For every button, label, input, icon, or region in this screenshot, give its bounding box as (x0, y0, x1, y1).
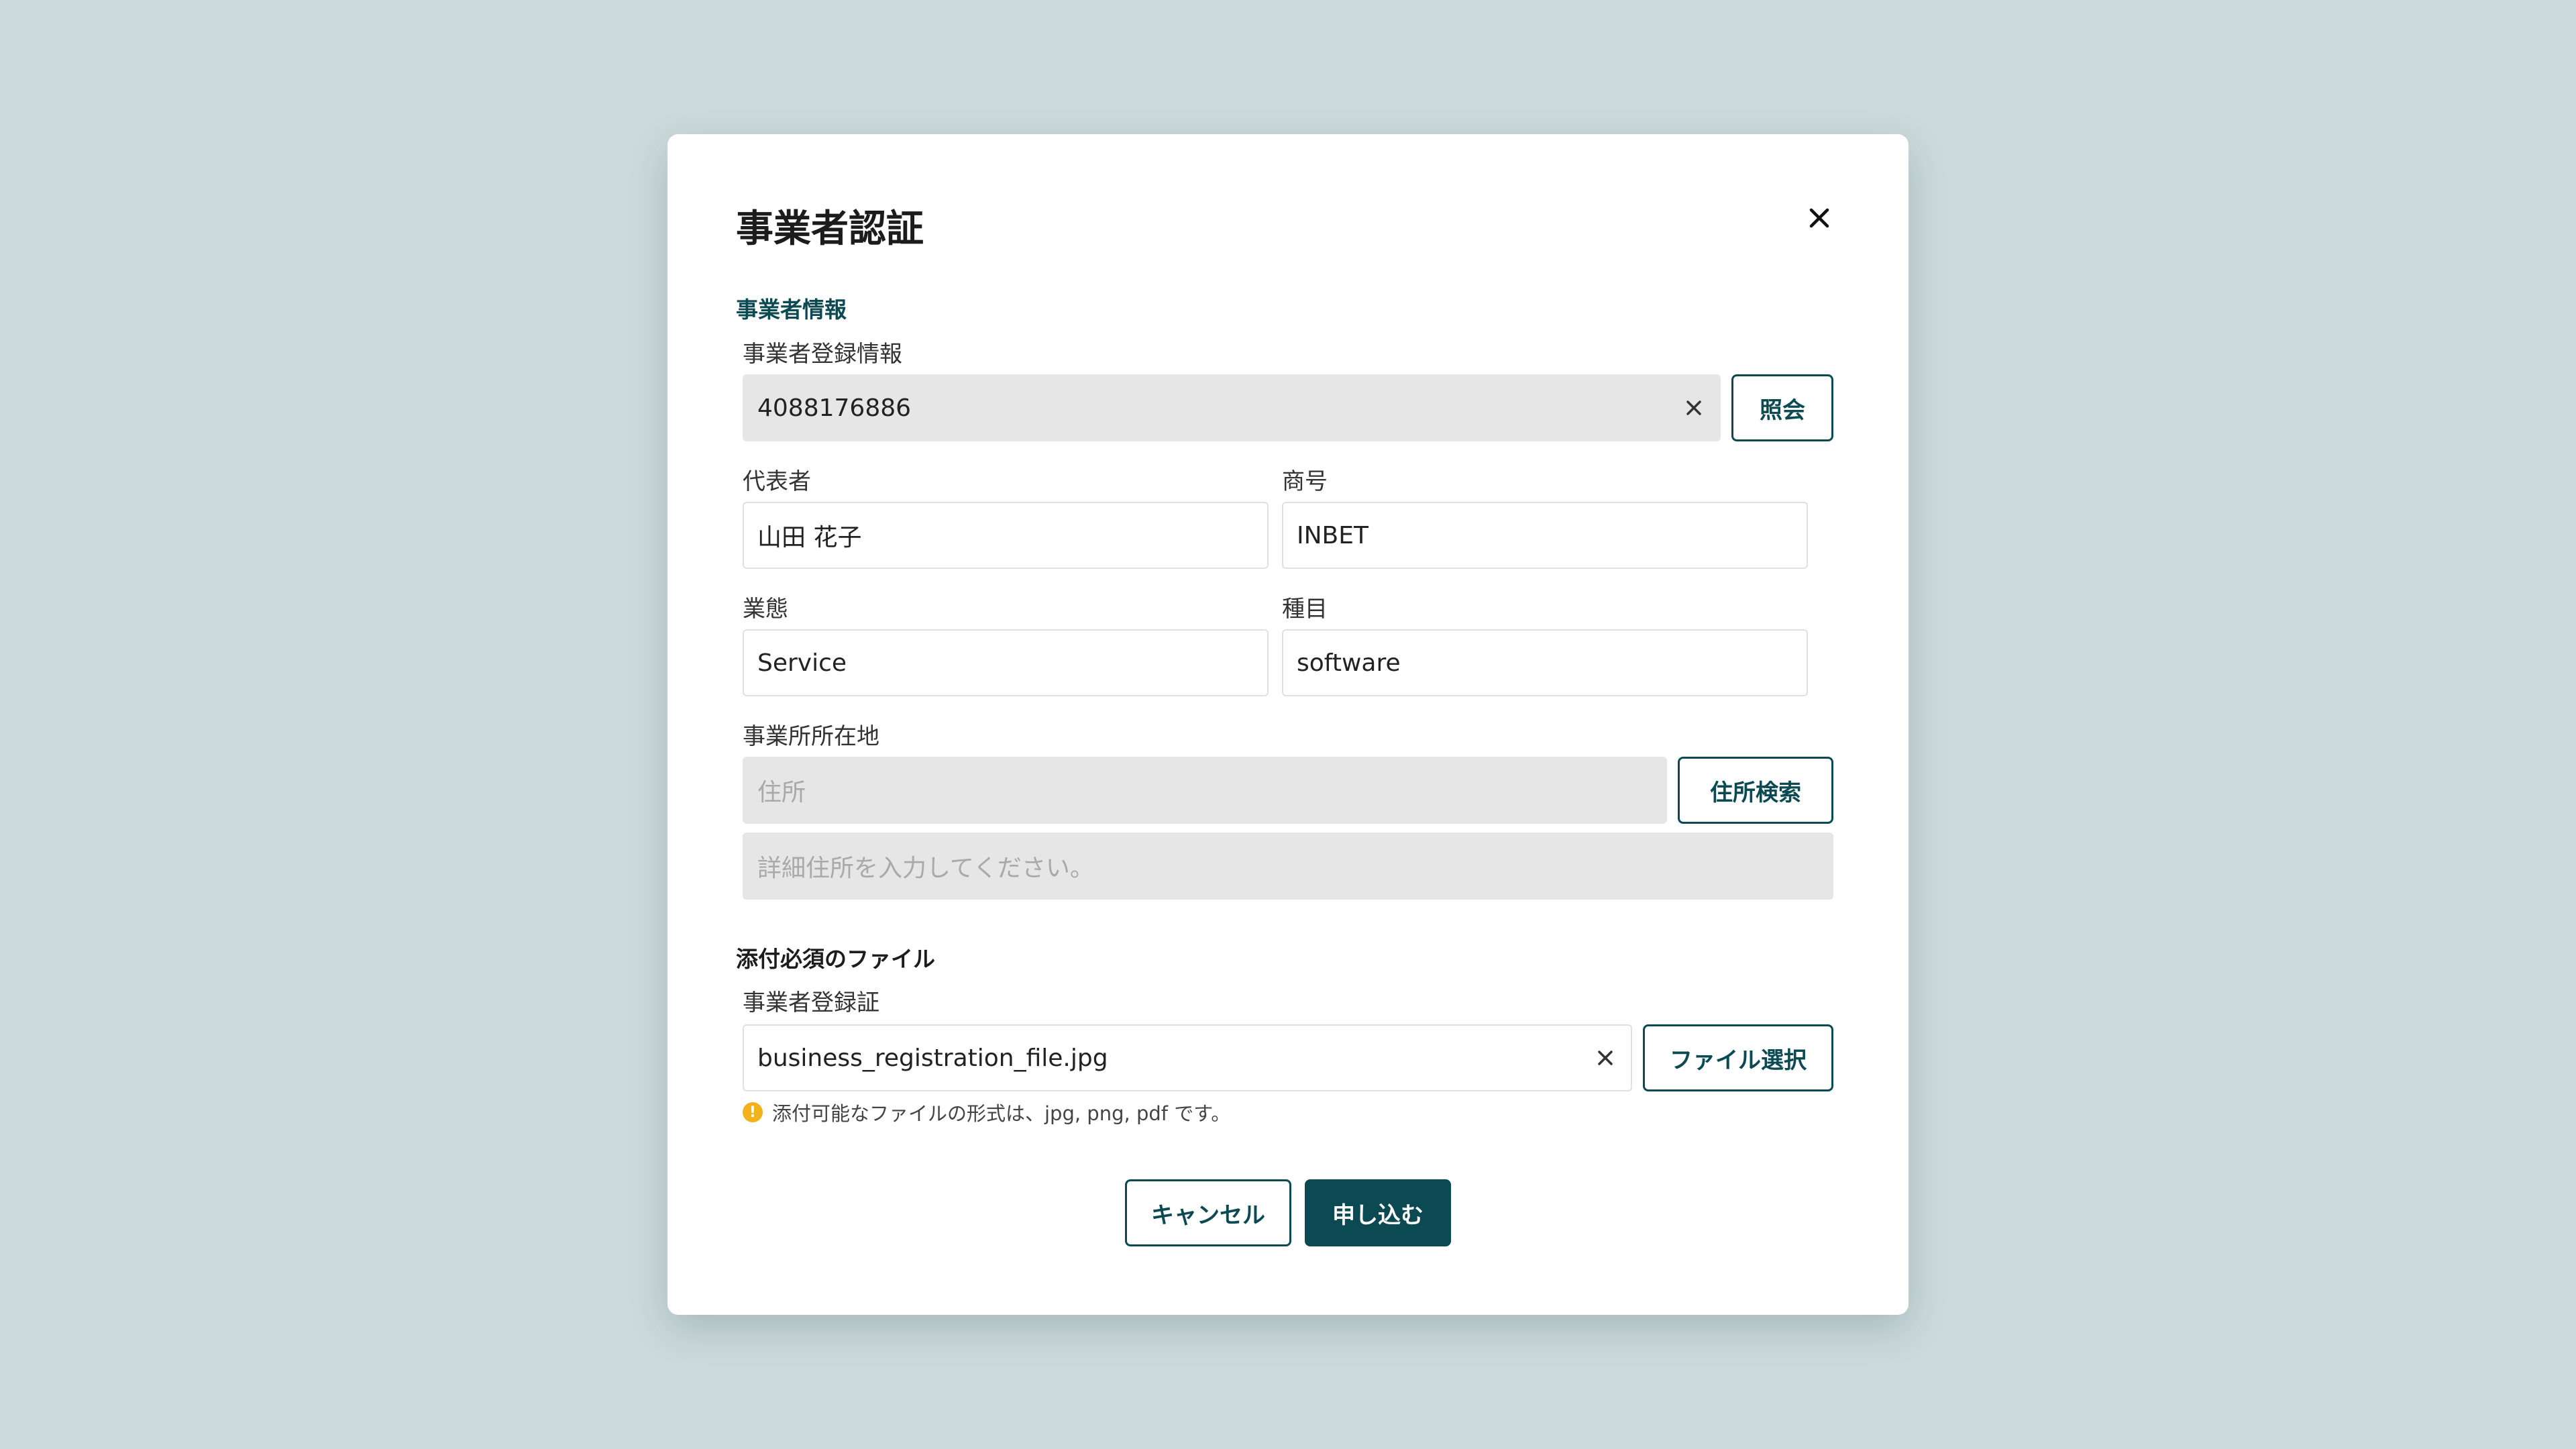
certificate-file-field[interactable]: business_registration_file.jpg (743, 1024, 1632, 1091)
registration-label: 事業者登録情報 (743, 341, 902, 368)
close-icon (1809, 208, 1829, 228)
file-format-hint-text: 添付可能なファイルの形式は、jpg, png, pdf です。 (772, 1102, 1231, 1125)
registration-number-value: 4088176886 (757, 394, 912, 422)
trade-name-field[interactable]: INBET (1282, 502, 1808, 569)
submit-button[interactable]: 申し込む (1305, 1179, 1451, 1246)
business-verification-dialog: 事業者認証 事業者情報 事業者登録情報 4088176886 照会 代表者 山田… (667, 134, 1909, 1315)
business-type-value: Service (757, 649, 847, 677)
lookup-button[interactable]: 照会 (1731, 374, 1833, 441)
clear-registration-button[interactable] (1682, 396, 1706, 420)
address-field[interactable]: 住所 (743, 757, 1667, 824)
clear-icon (1686, 400, 1701, 415)
trade-name-label: 商号 (1282, 468, 1328, 495)
certificate-file-name: business_registration_file.jpg (757, 1044, 1108, 1072)
address-search-button[interactable]: 住所検索 (1678, 757, 1833, 824)
address-label: 事業所所在地 (743, 723, 879, 750)
close-button[interactable] (1803, 201, 1836, 235)
business-type-field[interactable]: Service (743, 629, 1269, 696)
cancel-button[interactable]: キャンセル (1125, 1179, 1291, 1246)
address-detail-placeholder: 詳細住所を入力してください。 (757, 855, 1094, 882)
business-item-field[interactable]: software (1282, 629, 1808, 696)
representative-field[interactable]: 山田 花子 (743, 502, 1269, 569)
section-title-business-info: 事業者情報 (736, 297, 847, 323)
representative-value: 山田 花子 (757, 524, 862, 551)
business-item-value: software (1297, 649, 1401, 677)
address-placeholder: 住所 (757, 779, 806, 806)
address-detail-field[interactable]: 詳細住所を入力してください。 (743, 833, 1833, 900)
section-title-attachments: 添付必須のファイル (736, 946, 935, 972)
business-type-label: 業態 (743, 596, 788, 623)
file-select-button[interactable]: ファイル選択 (1643, 1024, 1833, 1091)
clear-icon (1598, 1051, 1613, 1065)
registration-number-field[interactable]: 4088176886 (743, 374, 1721, 441)
clear-file-button[interactable] (1593, 1046, 1617, 1070)
representative-label: 代表者 (743, 468, 811, 495)
certificate-label: 事業者登録証 (743, 989, 879, 1016)
dialog-title: 事業者認証 (736, 207, 924, 251)
trade-name-value: INBET (1297, 521, 1368, 549)
warning-icon: ! (743, 1102, 763, 1122)
business-item-label: 種目 (1282, 596, 1328, 623)
file-format-hint: ! 添付可能なファイルの形式は、jpg, png, pdf です。 (743, 1098, 1230, 1126)
